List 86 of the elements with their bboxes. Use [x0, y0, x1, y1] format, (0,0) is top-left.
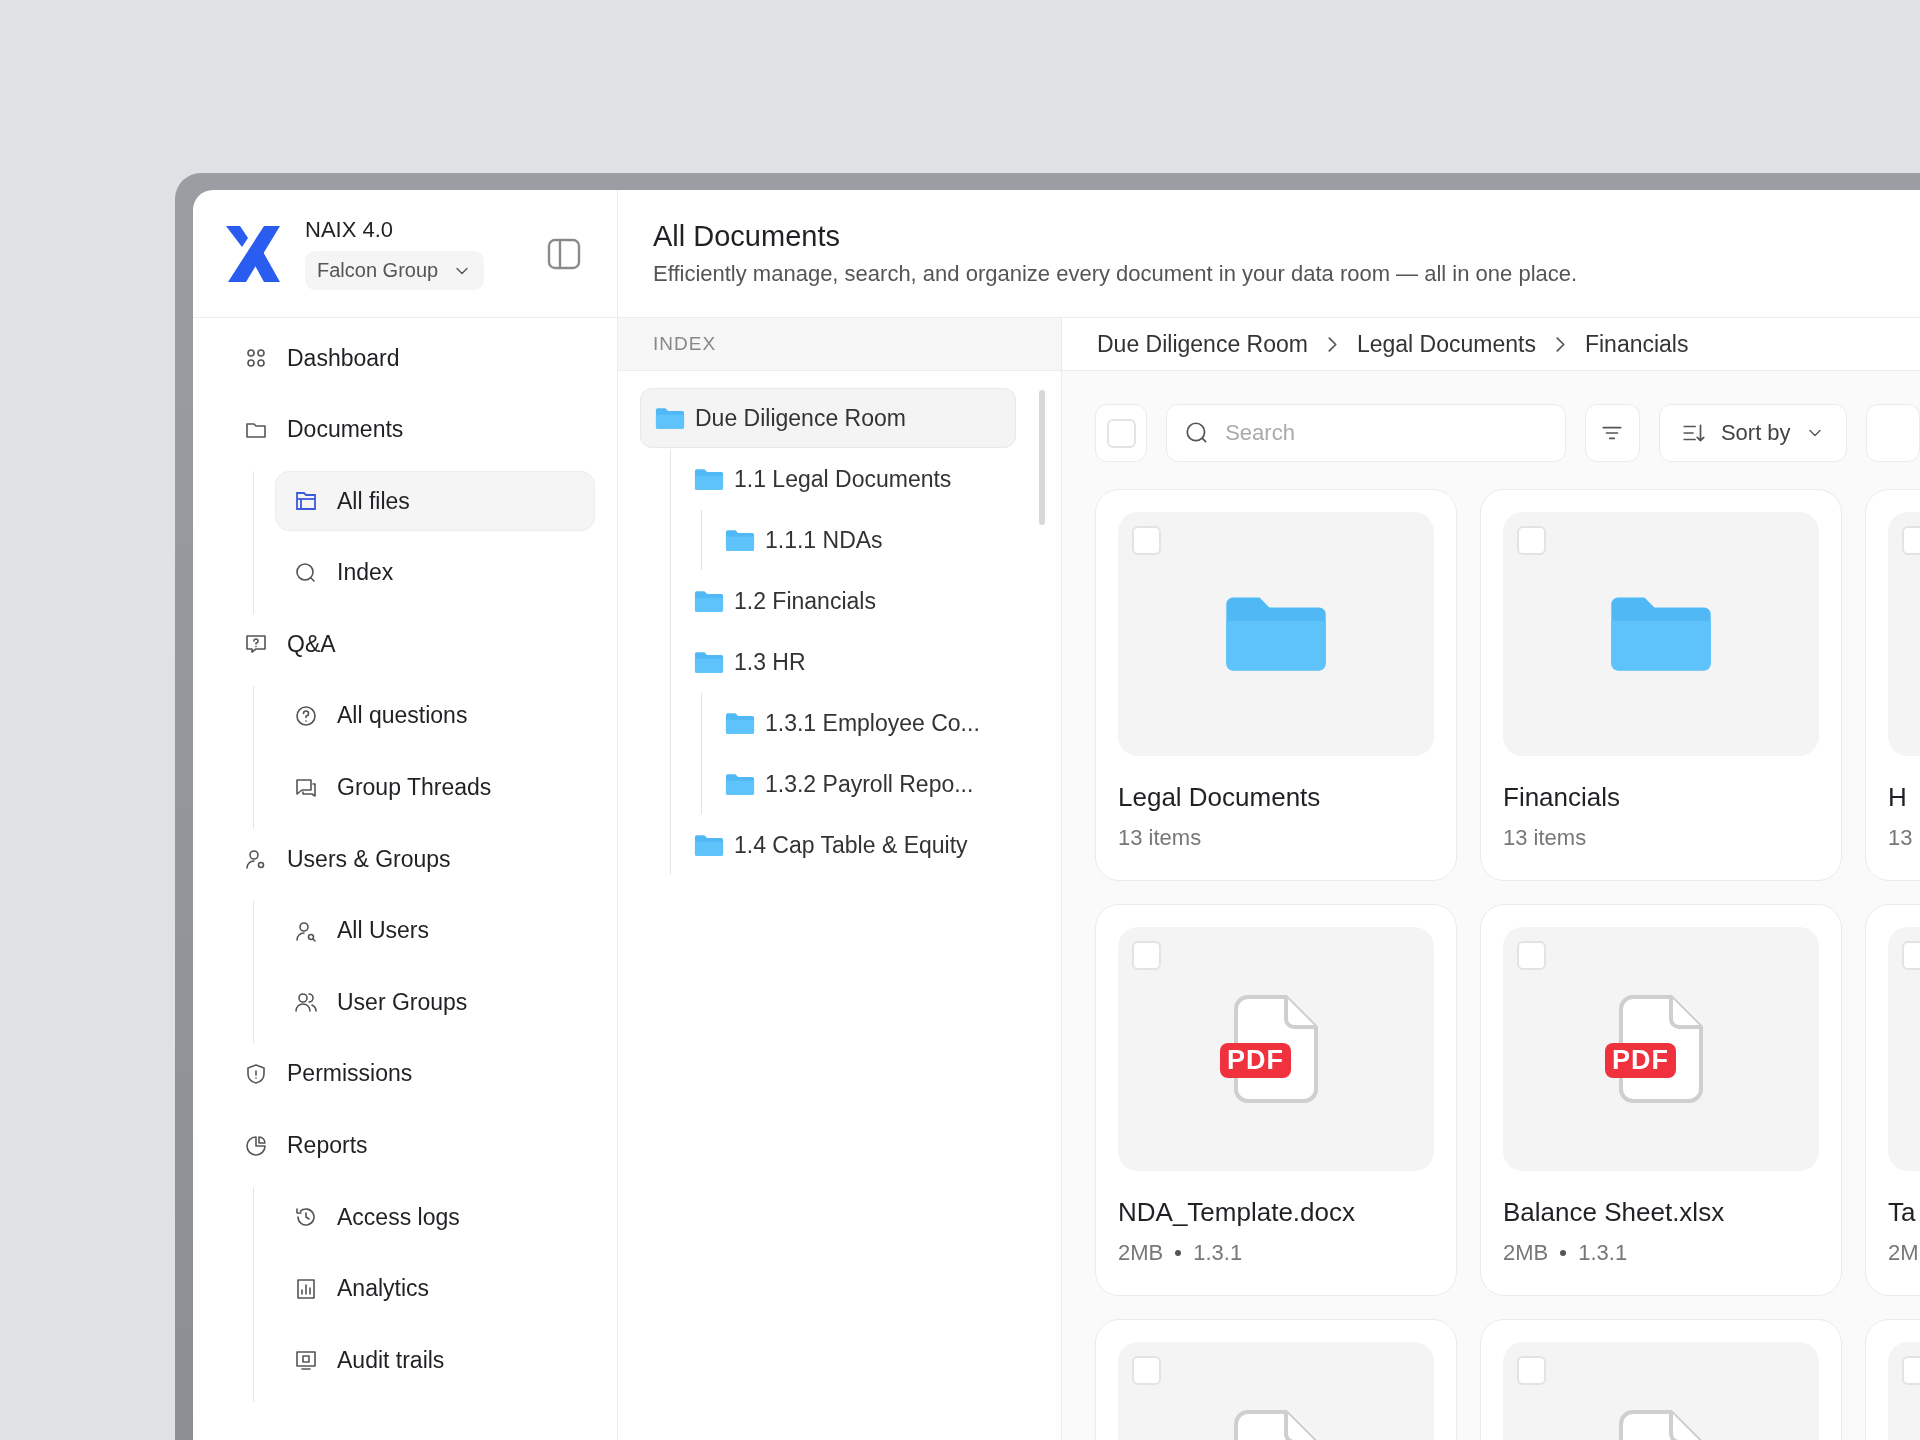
tree-item[interactable]: 1.3.1 Employee Co... — [702, 693, 1061, 753]
card-meta: 2M — [1888, 1240, 1919, 1266]
card-meta: 13 items — [1118, 825, 1202, 851]
chevron-right-icon — [1327, 336, 1337, 352]
checkbox[interactable] — [1132, 526, 1161, 555]
checkbox[interactable] — [1132, 1356, 1161, 1385]
page-description: Efficiently manage, search, and organize every document in your data room — all in one place. — [653, 261, 1579, 287]
tree-item[interactable]: 1.1 Legal Documents — [671, 449, 1061, 509]
workspace-dropdown[interactable]: Falcon Group — [305, 251, 485, 290]
grid-icon — [244, 346, 268, 370]
tree-item[interactable]: 1.3 HR — [671, 632, 1061, 692]
nav-item[interactable]: Users & Groups — [237, 829, 595, 890]
sort-dropdown[interactable]: Sort by — [1658, 404, 1848, 462]
file-card[interactable]: Ta 2M — [1865, 904, 1920, 1296]
tree-item[interactable]: 1.3.2 Payroll Repo... — [702, 754, 1061, 814]
monitor-icon — [294, 1348, 318, 1373]
nav-item[interactable]: User Groups — [275, 972, 595, 1033]
folder-icon — [725, 528, 755, 552]
card-title: Balance Sheet.xlsx — [1503, 1197, 1726, 1228]
tree-item[interactable]: 1.1.1 NDAs — [702, 510, 1061, 570]
nav-item[interactable]: All files — [275, 471, 595, 532]
tree-item[interactable]: 1.2 Financials — [671, 571, 1061, 631]
nav-item[interactable]: Dashboard — [237, 328, 595, 388]
card-title: NDA_Template.docx — [1118, 1197, 1356, 1228]
index-heading: INDEX — [618, 318, 1061, 371]
nav-item[interactable]: Permissions — [237, 1043, 595, 1104]
card-meta: 2MB — [1503, 1240, 1549, 1266]
card-meta: 13 items — [1503, 825, 1587, 851]
nav-item[interactable]: Audit trails — [275, 1330, 595, 1391]
page-title: All Documents — [653, 220, 841, 253]
file-card[interactable]: H 13 — [1865, 489, 1920, 881]
card-title: Legal Documents — [1118, 782, 1322, 813]
nav-item[interactable]: All Users — [275, 900, 595, 961]
card-title: Financials — [1503, 782, 1622, 813]
users-icon — [294, 990, 318, 1015]
breadcrumb-link[interactable]: Financials — [1584, 330, 1689, 358]
card-meta: 2MB — [1118, 1240, 1164, 1266]
tree-item[interactable]: 1.4 Cap Table & Equity — [671, 815, 1061, 875]
search-icon — [294, 560, 318, 585]
folder-icon — [725, 772, 755, 796]
separator-dot — [1560, 1250, 1567, 1256]
nav-item[interactable]: Analytics — [275, 1258, 595, 1319]
nav-item[interactable]: Q&A — [237, 614, 595, 675]
folder-icon — [694, 589, 724, 613]
file-type-badge: PDF — [1220, 1043, 1291, 1078]
tree-item[interactable]: Due Diligence Room — [640, 388, 1016, 448]
card-title: Ta — [1888, 1197, 1917, 1228]
folder-icon — [725, 711, 755, 735]
folder-icon — [694, 650, 724, 674]
nav-item[interactable]: All questions — [275, 685, 595, 746]
shield-icon — [244, 1061, 268, 1086]
file-card[interactable]: PDF NDA_Template.docx 2MB 1.3.1 — [1095, 904, 1457, 1296]
breadcrumb-link[interactable]: Legal Documents — [1356, 330, 1536, 358]
card-title: H — [1888, 782, 1908, 813]
question-icon — [294, 703, 318, 728]
checkbox[interactable] — [1517, 941, 1546, 970]
filter-button[interactable] — [1585, 404, 1640, 462]
checkbox[interactable] — [1517, 526, 1546, 555]
file-card[interactable]: Legal Documents 13 items — [1095, 489, 1457, 881]
card-meta: 1.3.1 — [1193, 1240, 1243, 1266]
nav-item[interactable]: Documents — [237, 399, 595, 460]
nav-item[interactable]: Index — [275, 542, 595, 603]
logo-icon — [226, 225, 280, 282]
nav-item[interactable]: Access logs — [275, 1187, 595, 1248]
card-meta: 13 — [1888, 825, 1913, 851]
separator-dot — [1175, 1250, 1182, 1256]
chevron-right-icon — [1555, 336, 1565, 352]
nav-item[interactable]: Group Threads — [275, 757, 595, 818]
sidebar-toggle-icon[interactable] — [547, 237, 581, 270]
nav-item[interactable]: Reports — [237, 1115, 595, 1176]
bar-chart-icon — [294, 1276, 318, 1301]
checkbox[interactable] — [1132, 941, 1161, 970]
app-name: NAIX 4.0 — [305, 217, 394, 243]
pie-chart-icon — [244, 1133, 268, 1158]
file-card[interactable]: PDF Balance Sheet.xlsx 2MB 1.3.1 — [1480, 904, 1842, 1296]
search-field[interactable]: Search — [1166, 404, 1567, 462]
checkbox[interactable] — [1106, 418, 1136, 448]
checkbox[interactable] — [1517, 1356, 1546, 1385]
file-type-badge: PDF — [1605, 1043, 1676, 1078]
card-meta: 1.3.1 — [1578, 1240, 1628, 1266]
breadcrumb-link[interactable]: Due Diligence Room — [1097, 330, 1308, 358]
select-all-button[interactable] — [1095, 404, 1148, 462]
folder-icon — [655, 406, 685, 430]
folder-icon — [694, 467, 724, 491]
file-card[interactable]: Financials 13 items — [1480, 489, 1842, 881]
folder-icon — [694, 833, 724, 857]
